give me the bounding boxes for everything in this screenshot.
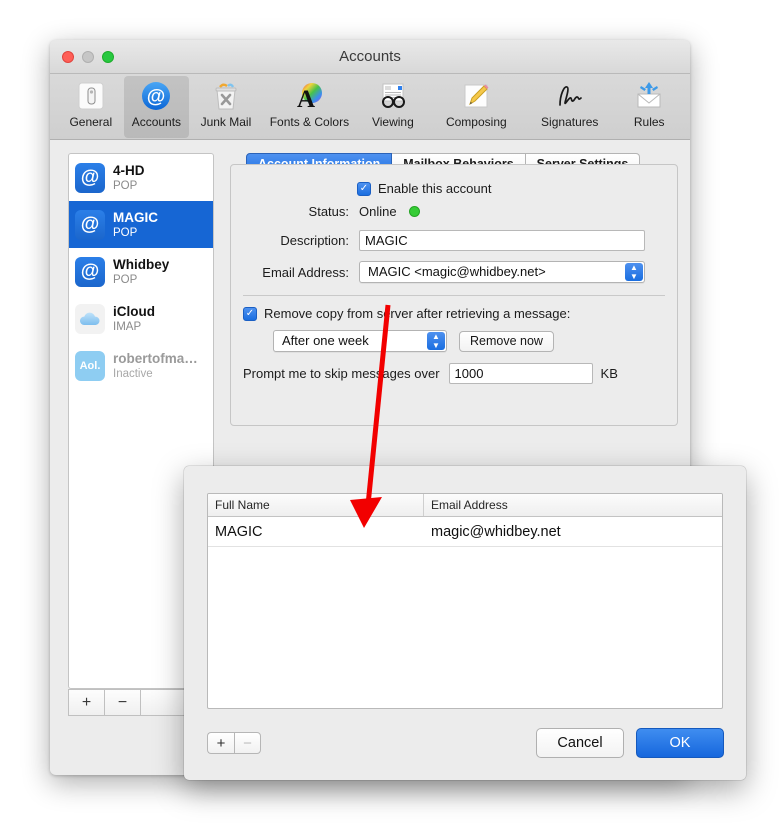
- aliases-table[interactable]: Full Name Email Address MAGIC magic@whid…: [207, 493, 723, 709]
- chevron-updown-icon: ▲ ▼: [427, 332, 445, 350]
- composing-icon: [430, 79, 523, 113]
- email-address-label: Email Address:: [262, 264, 349, 280]
- enable-account-row: ✓ Enable this account: [243, 181, 665, 196]
- window-titlebar: Accounts: [50, 40, 690, 74]
- prompt-skip-unit: KB: [600, 366, 618, 381]
- junk-mail-icon: [189, 79, 263, 113]
- accounts-at-icon: @: [124, 79, 190, 113]
- toolbar-item-general[interactable]: General: [58, 76, 124, 129]
- minimize-button[interactable]: [82, 51, 94, 63]
- enable-account-label: Enable this account: [378, 181, 492, 196]
- description-input[interactable]: MAGIC: [359, 230, 645, 251]
- status-indicator-dot: [408, 206, 420, 217]
- status-value: Online: [359, 204, 397, 219]
- account-name: iCloud: [113, 303, 155, 319]
- description-label: Description:: [280, 233, 349, 248]
- cell-full-name: MAGIC: [215, 523, 263, 540]
- toolbar-label-rules: Rules: [633, 115, 665, 129]
- account-name: Whidbey: [113, 256, 170, 272]
- chevron-updown-icon: ▲ ▼: [625, 263, 643, 281]
- zoom-button[interactable]: [102, 51, 114, 63]
- email-address-value: MAGIC <magic@whidbey.net>: [368, 264, 546, 279]
- account-row-icloud[interactable]: iCloud IMAP: [69, 295, 213, 342]
- aliases-table-header: Full Name Email Address: [208, 494, 722, 517]
- remove-alias-button: −: [234, 732, 261, 754]
- at-mail-icon: @: [75, 256, 105, 287]
- toolbar-item-rules[interactable]: Rules: [616, 76, 682, 129]
- account-protocol: POP: [113, 226, 138, 239]
- remove-account-button[interactable]: −: [104, 689, 140, 716]
- cell-email-address: magic@whidbey.net: [431, 523, 561, 540]
- remove-copy-checkbox[interactable]: ✓: [243, 306, 257, 321]
- signatures-icon: [523, 79, 616, 113]
- remove-now-button[interactable]: Remove now: [459, 330, 554, 352]
- svg-text:A: A: [297, 86, 315, 112]
- aliases-segmented-control: + −: [207, 732, 261, 754]
- fonts-colors-icon: A: [263, 79, 356, 113]
- remove-after-popup[interactable]: After one week ▲ ▼: [273, 330, 447, 352]
- panel-divider: [243, 295, 665, 296]
- add-account-button[interactable]: +: [68, 689, 104, 716]
- toolbar-label-accounts: Accounts: [131, 115, 182, 129]
- prompt-skip-input[interactable]: 1000: [448, 363, 593, 384]
- cancel-button[interactable]: Cancel: [536, 728, 624, 758]
- toolbar-label-junk-mail: Junk Mail: [200, 115, 252, 129]
- email-aliases-dialog: Full Name Email Address MAGIC magic@whid…: [184, 466, 746, 780]
- screenshot-root: Accounts General @ Accounts Junk Mail A …: [0, 0, 780, 835]
- traffic-lights: [62, 51, 114, 63]
- aol-icon: Aol.: [75, 350, 105, 381]
- enable-account-checkbox[interactable]: ✓: [357, 181, 371, 196]
- toolbar-item-accounts[interactable]: @ Accounts: [123, 76, 190, 138]
- svg-text:@: @: [147, 87, 166, 108]
- toolbar-label-viewing: Viewing: [371, 115, 414, 129]
- remove-copy-label: Remove copy from server after retrieving…: [264, 306, 571, 321]
- account-name: 4-HD: [113, 162, 145, 178]
- remove-copy-row: ✓ Remove copy from server after retrievi…: [243, 306, 665, 321]
- at-mail-icon: @: [75, 209, 105, 240]
- remove-after-row: After one week ▲ ▼ Remove now: [243, 330, 665, 352]
- prompt-skip-label: Prompt me to skip messages over: [243, 366, 440, 381]
- general-icon: [58, 79, 124, 113]
- remove-after-value: After one week: [282, 333, 369, 348]
- toolbar-label-fonts-colors: Fonts & Colors: [269, 115, 350, 129]
- status-row: Status: Online: [243, 204, 665, 219]
- icloud-icon: [75, 303, 105, 334]
- toolbar-item-viewing[interactable]: Viewing: [356, 76, 430, 129]
- account-protocol: POP: [113, 179, 138, 192]
- table-row[interactable]: MAGIC magic@whidbey.net: [208, 517, 722, 547]
- account-information-panel: ✓ Enable this account Status: Online Des…: [230, 164, 678, 426]
- description-row: Description: MAGIC: [243, 230, 665, 251]
- account-row-whidbey[interactable]: @ Whidbey POP: [69, 248, 213, 295]
- toolbar-label-general: General: [69, 115, 113, 129]
- email-address-row: Email Address: MAGIC <magic@whidbey.net>…: [243, 261, 665, 283]
- rules-icon: [616, 79, 682, 113]
- account-row-aol[interactable]: Aol. robertofma… Inactive: [69, 342, 213, 389]
- toolbar-item-fonts-colors[interactable]: A Fonts & Colors: [263, 76, 356, 129]
- ok-button[interactable]: OK: [636, 728, 724, 758]
- account-protocol: IMAP: [113, 320, 142, 333]
- viewing-icon: [356, 79, 430, 113]
- account-row-magic[interactable]: @ MAGIC POP: [69, 201, 213, 248]
- toolbar-item-signatures[interactable]: Signatures: [523, 76, 616, 129]
- toolbar-item-junk-mail[interactable]: Junk Mail: [189, 76, 263, 129]
- column-header-full-name[interactable]: Full Name: [208, 494, 424, 516]
- account-row-4hd[interactable]: @ 4-HD POP: [69, 154, 213, 201]
- prompt-skip-row: Prompt me to skip messages over 1000 KB: [243, 363, 665, 384]
- toolbar-label-signatures: Signatures: [541, 115, 599, 129]
- status-label: Status:: [308, 204, 349, 219]
- account-name: MAGIC: [113, 209, 158, 225]
- window-title: Accounts: [339, 48, 401, 65]
- at-mail-icon: @: [75, 162, 105, 193]
- add-alias-button[interactable]: +: [207, 732, 234, 754]
- toolbar-item-composing[interactable]: Composing: [430, 76, 523, 129]
- email-address-popup[interactable]: MAGIC <magic@whidbey.net> ▲ ▼: [359, 261, 645, 283]
- account-protocol: POP: [113, 273, 138, 286]
- close-button[interactable]: [62, 51, 74, 63]
- dialog-actions: Cancel OK: [536, 728, 724, 758]
- account-name: robertofma…: [113, 350, 198, 366]
- account-protocol: Inactive: [113, 367, 153, 380]
- column-header-email-address[interactable]: Email Address: [424, 494, 722, 516]
- toolbar-label-composing: Composing: [445, 115, 507, 129]
- preferences-toolbar: General @ Accounts Junk Mail A Fonts & C…: [50, 74, 690, 140]
